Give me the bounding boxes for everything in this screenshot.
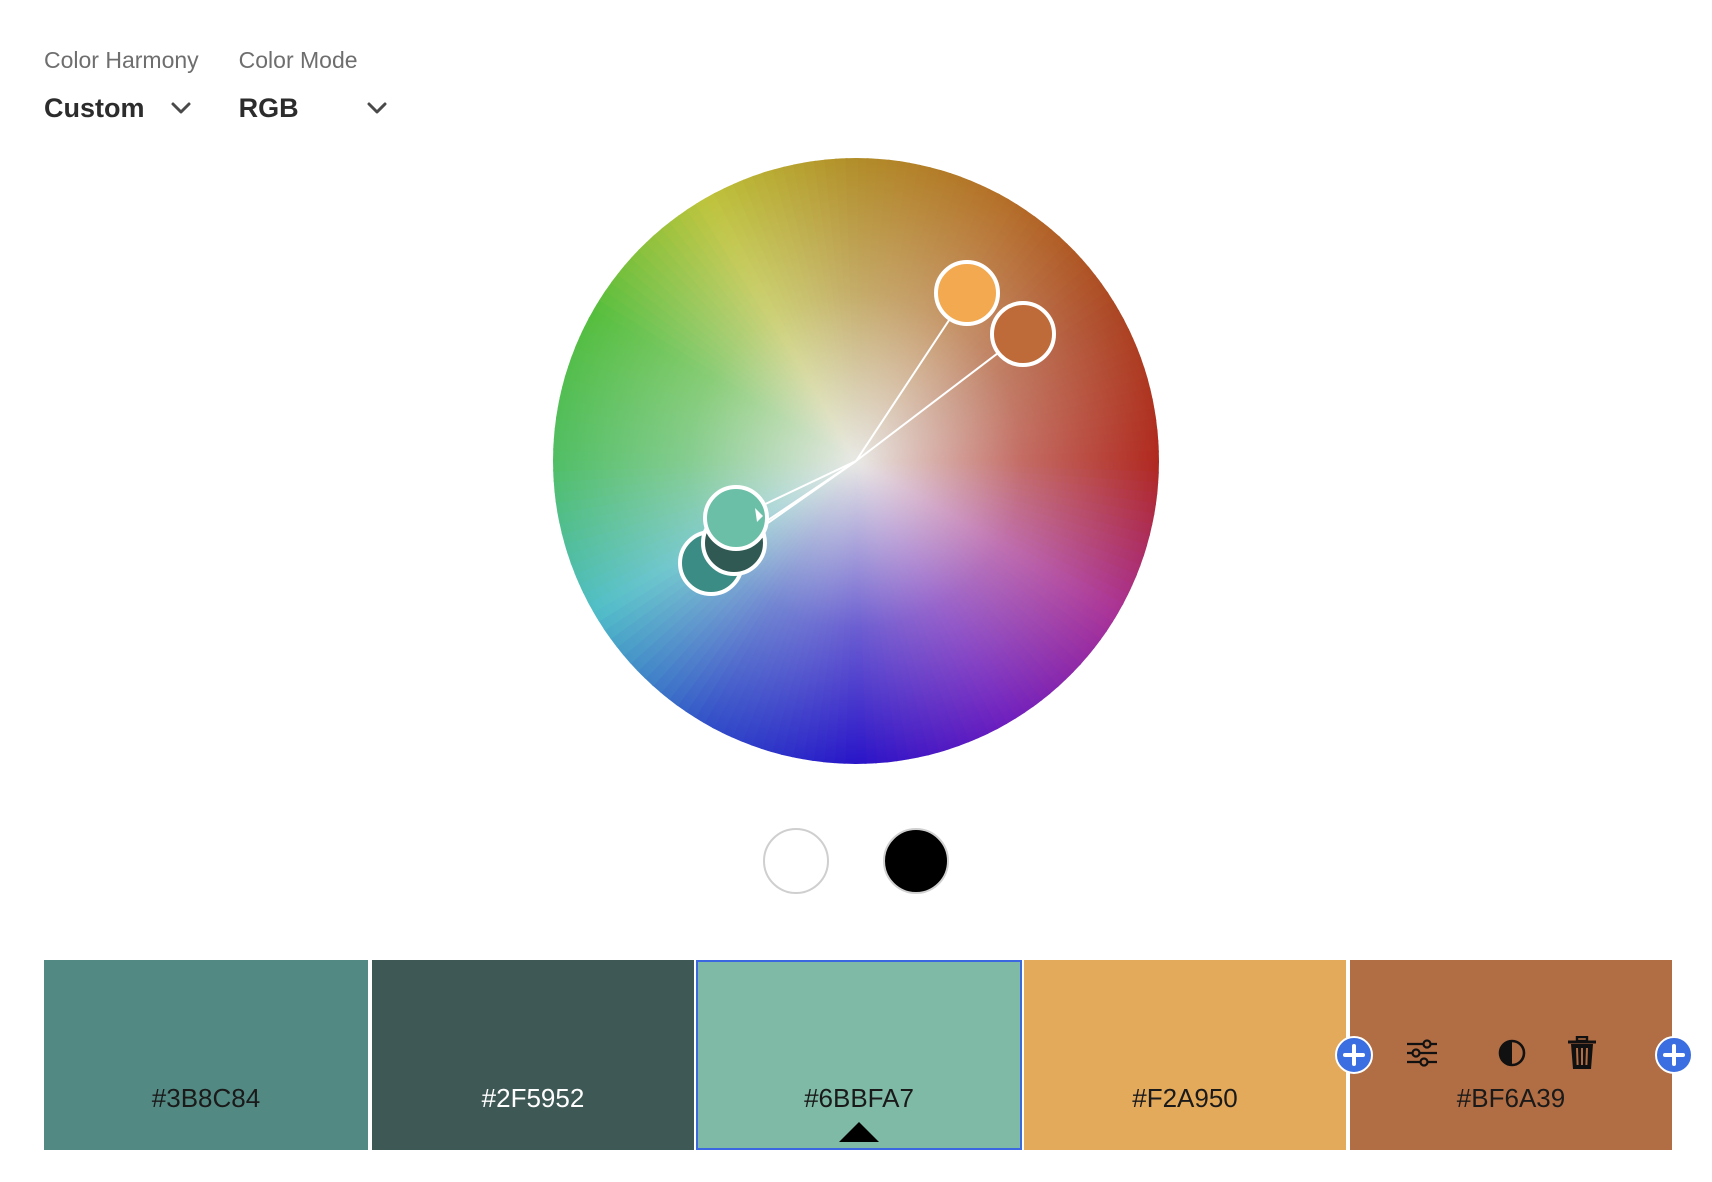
black-swatch[interactable]: [883, 828, 949, 894]
color-mode-dropdown[interactable]: RGB: [239, 90, 389, 126]
color-harmony-value: Custom: [44, 92, 145, 123]
chevron-down-icon: [171, 102, 190, 114]
swatch-hex[interactable]: #BF6A39: [1350, 1083, 1672, 1114]
swatch-5[interactable]: #BF6A39: [1350, 960, 1672, 1150]
color-harmony-control: Color Harmony Custom: [44, 44, 199, 126]
white-swatch[interactable]: [763, 828, 829, 894]
swatch-4[interactable]: #F2A950: [1024, 960, 1346, 1150]
selected-caret-icon: [839, 1122, 879, 1142]
contrast-icon[interactable]: [1494, 1035, 1530, 1071]
add-color-before-button[interactable]: [1335, 1036, 1373, 1074]
plus-icon: [1343, 1044, 1365, 1066]
swatch-2[interactable]: #2F5952: [372, 960, 694, 1150]
plus-icon: [1663, 1044, 1685, 1066]
swatch-hex[interactable]: #6BBFA7: [696, 1083, 1022, 1114]
color-marker[interactable]: [934, 260, 1000, 326]
color-harmony-label: Color Harmony: [44, 47, 199, 73]
color-harmony-dropdown[interactable]: Custom: [44, 90, 199, 126]
swatch-hex[interactable]: #3B8C84: [44, 1083, 368, 1114]
color-mode-value: RGB: [238, 92, 299, 123]
swatch-hex[interactable]: #F2A950: [1024, 1083, 1346, 1114]
palette-swatches: #3B8C84 #2F5952 #6BBFA7 #F2A950 #BF6A39: [44, 960, 1672, 1150]
trash-icon[interactable]: [1564, 1035, 1600, 1071]
swatch-3-selected[interactable]: #6BBFA7: [696, 960, 1022, 1150]
color-mode-label: Color Mode: [238, 47, 358, 73]
color-marker[interactable]: [990, 301, 1056, 367]
adjust-sliders-icon[interactable]: [1404, 1035, 1440, 1071]
harmony-mode-controls: Color Harmony Custom Color Mode RGB: [44, 44, 389, 126]
color-mode-control: Color Mode RGB: [239, 44, 389, 126]
color-wheel-canvas[interactable]: [553, 158, 1159, 764]
swatch-hex[interactable]: #2F5952: [372, 1083, 694, 1114]
color-wheel[interactable]: [553, 158, 1159, 764]
swatch-1[interactable]: #3B8C84: [44, 960, 368, 1150]
add-color-after-button[interactable]: [1655, 1036, 1693, 1074]
chevron-down-icon: [367, 102, 387, 114]
